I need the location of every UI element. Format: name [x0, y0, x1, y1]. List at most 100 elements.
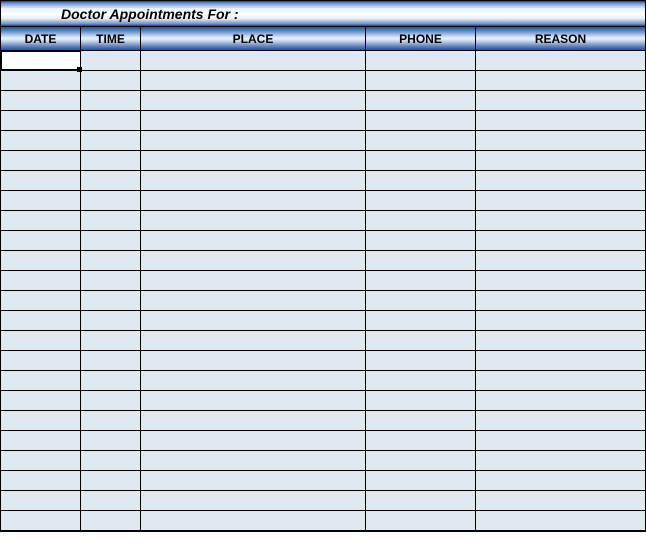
cell-reason[interactable] [476, 231, 645, 250]
cell-place[interactable] [141, 131, 366, 150]
cell-date[interactable] [1, 331, 81, 350]
cell-place[interactable] [141, 271, 366, 290]
cell-phone[interactable] [366, 331, 476, 350]
cell-phone[interactable] [366, 471, 476, 490]
cell-phone[interactable] [366, 251, 476, 270]
cell-time[interactable] [81, 191, 141, 210]
cell-phone[interactable] [366, 391, 476, 410]
cell-reason[interactable] [476, 391, 645, 410]
cell-reason[interactable] [476, 131, 645, 150]
cell-time[interactable] [81, 471, 141, 490]
header-time[interactable]: TIME [81, 27, 141, 50]
cell-time[interactable] [81, 71, 141, 90]
cell-phone[interactable] [366, 451, 476, 470]
header-place[interactable]: PLACE [141, 27, 366, 50]
cell-place[interactable] [141, 251, 366, 270]
cell-date[interactable] [1, 391, 81, 410]
cell-time[interactable] [81, 151, 141, 170]
cell-reason[interactable] [476, 291, 645, 310]
cell-reason[interactable] [476, 431, 645, 450]
cell-date[interactable] [1, 171, 81, 190]
cell-date[interactable] [1, 371, 81, 390]
cell-date[interactable] [1, 451, 81, 470]
cell-time[interactable] [81, 131, 141, 150]
fill-handle[interactable] [77, 67, 82, 72]
cell-phone[interactable] [366, 291, 476, 310]
cell-phone[interactable] [366, 171, 476, 190]
cell-time[interactable] [81, 411, 141, 430]
cell-place[interactable] [141, 471, 366, 490]
cell-place[interactable] [141, 111, 366, 130]
cell-place[interactable] [141, 211, 366, 230]
cell-reason[interactable] [476, 91, 645, 110]
cell-date[interactable] [1, 351, 81, 370]
cell-date[interactable] [1, 191, 81, 210]
cell-phone[interactable] [366, 431, 476, 450]
cell-phone[interactable] [366, 111, 476, 130]
cell-reason[interactable] [476, 171, 645, 190]
cell-time[interactable] [81, 491, 141, 510]
cell-time[interactable] [81, 51, 141, 70]
cell-phone[interactable] [366, 351, 476, 370]
cell-date[interactable] [1, 211, 81, 230]
cell-reason[interactable] [476, 71, 645, 90]
cell-place[interactable] [141, 451, 366, 470]
cell-place[interactable] [141, 371, 366, 390]
cell-place[interactable] [141, 431, 366, 450]
cell-date[interactable] [1, 291, 81, 310]
cell-date[interactable] [1, 271, 81, 290]
cell-time[interactable] [81, 391, 141, 410]
cell-time[interactable] [81, 171, 141, 190]
cell-time[interactable] [81, 311, 141, 330]
cell-date[interactable] [1, 231, 81, 250]
cell-phone[interactable] [366, 51, 476, 70]
cell-place[interactable] [141, 91, 366, 110]
cell-reason[interactable] [476, 271, 645, 290]
cell-time[interactable] [81, 91, 141, 110]
cell-place[interactable] [141, 511, 366, 530]
cell-time[interactable] [81, 111, 141, 130]
cell-date[interactable] [1, 491, 81, 510]
cell-time[interactable] [81, 271, 141, 290]
cell-reason[interactable] [476, 451, 645, 470]
cell-reason[interactable] [476, 151, 645, 170]
cell-time[interactable] [81, 331, 141, 350]
cell-date[interactable] [1, 431, 81, 450]
cell-reason[interactable] [476, 111, 645, 130]
cell-date[interactable] [1, 51, 81, 70]
cell-time[interactable] [81, 251, 141, 270]
header-date[interactable]: DATE [1, 27, 81, 50]
cell-place[interactable] [141, 291, 366, 310]
cell-reason[interactable] [476, 411, 645, 430]
cell-reason[interactable] [476, 351, 645, 370]
cell-date[interactable] [1, 251, 81, 270]
cell-reason[interactable] [476, 251, 645, 270]
cell-place[interactable] [141, 71, 366, 90]
cell-time[interactable] [81, 351, 141, 370]
cell-place[interactable] [141, 171, 366, 190]
cell-place[interactable] [141, 331, 366, 350]
cell-reason[interactable] [476, 491, 645, 510]
cell-reason[interactable] [476, 471, 645, 490]
cell-date[interactable] [1, 471, 81, 490]
cell-place[interactable] [141, 151, 366, 170]
cell-phone[interactable] [366, 271, 476, 290]
cell-date[interactable] [1, 311, 81, 330]
cell-place[interactable] [141, 491, 366, 510]
cell-place[interactable] [141, 391, 366, 410]
header-phone[interactable]: PHONE [366, 27, 476, 50]
cell-reason[interactable] [476, 211, 645, 230]
cell-place[interactable] [141, 311, 366, 330]
cell-time[interactable] [81, 291, 141, 310]
cell-phone[interactable] [366, 151, 476, 170]
cell-reason[interactable] [476, 331, 645, 350]
header-reason[interactable]: REASON [476, 27, 645, 50]
cell-date[interactable] [1, 91, 81, 110]
cell-phone[interactable] [366, 311, 476, 330]
cell-phone[interactable] [366, 131, 476, 150]
cell-date[interactable] [1, 71, 81, 90]
cell-date[interactable] [1, 151, 81, 170]
cell-reason[interactable] [476, 311, 645, 330]
cell-place[interactable] [141, 411, 366, 430]
cell-time[interactable] [81, 231, 141, 250]
